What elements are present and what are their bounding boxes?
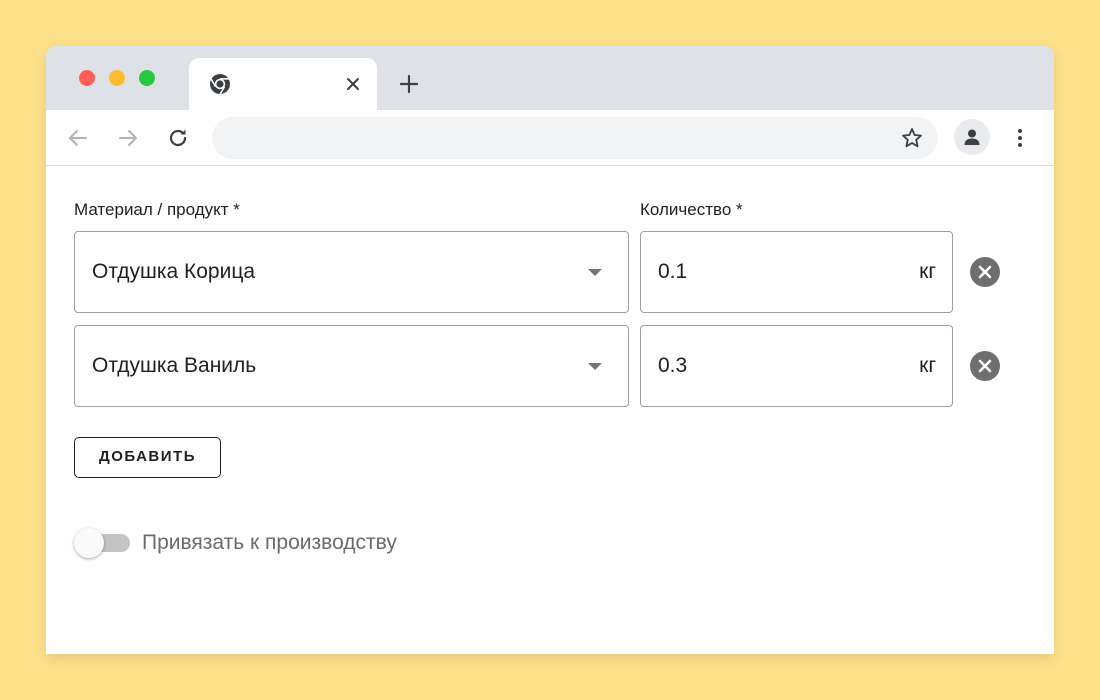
kebab-menu-icon[interactable]	[1008, 126, 1032, 150]
material-value: Отдушка Корица	[92, 260, 256, 283]
star-icon[interactable]	[900, 126, 924, 150]
dropdown-arrow-icon	[588, 269, 602, 276]
quantity-label: Количество *	[640, 200, 743, 219]
remove-row-icon[interactable]	[969, 256, 1001, 288]
quantity-value: 0.1	[658, 260, 688, 283]
arrow-left-icon[interactable]	[66, 126, 90, 150]
quantity-input[interactable]: 0.1 кг	[640, 231, 953, 313]
production-toggle[interactable]	[74, 527, 132, 559]
browser-window: Материал / продукт * Количество * Отдушк…	[46, 46, 1054, 654]
minimize-window-button[interactable]	[109, 70, 125, 86]
browser-tab[interactable]	[189, 58, 377, 110]
browser-toolbar	[46, 110, 1054, 166]
page-content: Материал / продукт * Количество * Отдушк…	[46, 167, 1054, 654]
close-window-button[interactable]	[79, 70, 95, 86]
quantity-unit: кг	[919, 260, 936, 283]
reload-icon[interactable]	[166, 126, 190, 150]
close-icon[interactable]	[343, 74, 363, 94]
quantity-unit: кг	[919, 354, 936, 377]
profile-button[interactable]	[954, 119, 990, 155]
material-select[interactable]: Отдушка Ваниль	[74, 325, 629, 407]
material-value: Отдушка Ваниль	[92, 354, 257, 377]
chrome-icon	[210, 74, 230, 95]
user-icon	[964, 129, 980, 145]
address-bar[interactable]	[212, 117, 938, 159]
remove-row-icon[interactable]	[969, 350, 1001, 382]
add-button[interactable]: ДОБАВИТЬ	[74, 437, 221, 478]
maximize-window-button[interactable]	[139, 70, 155, 86]
tab-strip	[46, 46, 1054, 110]
arrow-right-icon[interactable]	[116, 126, 140, 150]
toggle-thumb	[74, 528, 104, 558]
material-label: Материал / продукт *	[74, 200, 240, 219]
toggle-label: Привязать к производству	[142, 531, 397, 554]
quantity-value: 0.3	[658, 354, 688, 377]
dropdown-arrow-icon	[588, 363, 602, 370]
material-select[interactable]: Отдушка Корица	[74, 231, 629, 313]
quantity-input[interactable]: 0.3 кг	[640, 325, 953, 407]
plus-icon[interactable]	[398, 73, 420, 95]
